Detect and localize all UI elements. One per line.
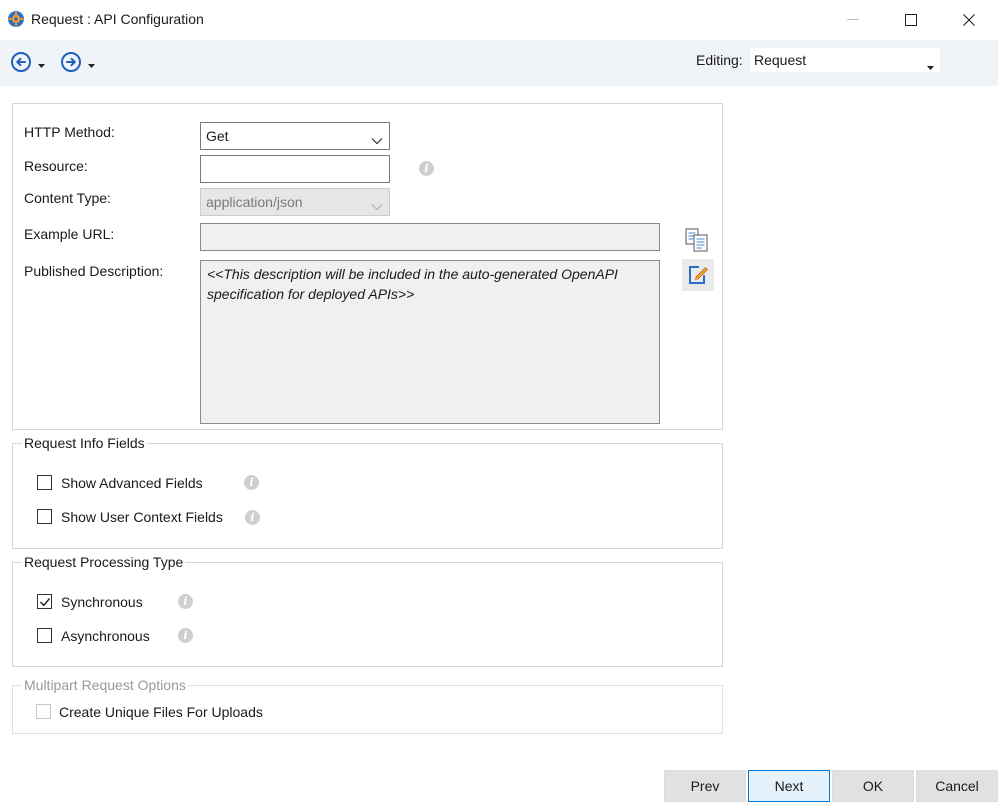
show-user-context-checkbox[interactable] [37, 509, 52, 524]
forward-arrow-icon [60, 51, 82, 76]
example-url-field[interactable] [200, 223, 660, 251]
synchronous-checkbox[interactable] [37, 594, 52, 609]
published-description-label: Published Description: [24, 263, 164, 279]
show-advanced-checkbox[interactable] [37, 475, 52, 490]
maximize-button[interactable] [882, 0, 940, 40]
example-url-label: Example URL: [24, 226, 115, 242]
content-type-select: application/json [200, 188, 390, 216]
back-arrow-icon [10, 51, 32, 76]
edit-description-button[interactable] [682, 259, 714, 291]
ok-button[interactable]: OK [832, 770, 914, 802]
copy-icon[interactable] [684, 227, 710, 256]
published-description-field[interactable]: <<This description will be included in t… [200, 260, 660, 424]
content-type-label: Content Type: [24, 190, 111, 206]
title-bar: Request : API Configuration [0, 0, 998, 40]
prev-button[interactable]: Prev [664, 770, 746, 802]
synchronous-info-icon[interactable]: i [178, 594, 193, 609]
app-gear-icon [7, 10, 25, 28]
request-processing-group [12, 562, 723, 667]
asynchronous-info-icon[interactable]: i [178, 628, 193, 643]
chevron-down-icon [371, 132, 383, 148]
request-info-title: Request Info Fields [22, 435, 147, 451]
unique-files-label: Create Unique Files For Uploads [59, 704, 263, 720]
forward-button[interactable] [60, 50, 95, 76]
http-method-select[interactable]: Get [200, 122, 390, 150]
chevron-down-icon [371, 198, 383, 214]
minimize-button[interactable] [824, 0, 882, 40]
synchronous-label[interactable]: Synchronous [61, 594, 143, 610]
show-user-context-label[interactable]: Show User Context Fields [61, 509, 223, 525]
unique-files-checkbox [36, 704, 51, 719]
show-advanced-label[interactable]: Show Advanced Fields [61, 475, 203, 491]
edit-icon [687, 264, 709, 289]
published-description-text: <<This description will be included in t… [207, 266, 618, 302]
cancel-button[interactable]: Cancel [916, 770, 998, 802]
request-info-group [12, 443, 723, 549]
multipart-options-title: Multipart Request Options [22, 677, 188, 693]
checkmark-icon [40, 598, 51, 607]
back-dropdown-icon[interactable] [38, 55, 45, 71]
close-button[interactable] [940, 0, 998, 40]
resource-input[interactable] [200, 155, 390, 183]
request-processing-title: Request Processing Type [22, 554, 186, 570]
asynchronous-checkbox[interactable] [37, 628, 52, 643]
content-type-value: application/json [206, 194, 303, 210]
next-button[interactable]: Next [748, 770, 830, 802]
show-advanced-info-icon[interactable]: i [244, 475, 259, 490]
dropdown-arrow-icon [927, 57, 934, 73]
editing-select[interactable]: Request [750, 48, 940, 72]
http-method-label: HTTP Method: [24, 124, 115, 140]
show-user-context-info-icon[interactable]: i [245, 510, 260, 525]
back-button[interactable] [10, 50, 45, 76]
resource-info-icon[interactable]: i [419, 161, 434, 176]
editing-select-value: Request [754, 52, 807, 68]
editing-label: Editing: [696, 52, 743, 68]
resource-label: Resource: [24, 158, 88, 174]
window-title: Request : API Configuration [31, 11, 204, 27]
asynchronous-label[interactable]: Asynchronous [61, 628, 150, 644]
http-method-value: Get [206, 128, 229, 144]
forward-dropdown-icon[interactable] [88, 55, 95, 71]
